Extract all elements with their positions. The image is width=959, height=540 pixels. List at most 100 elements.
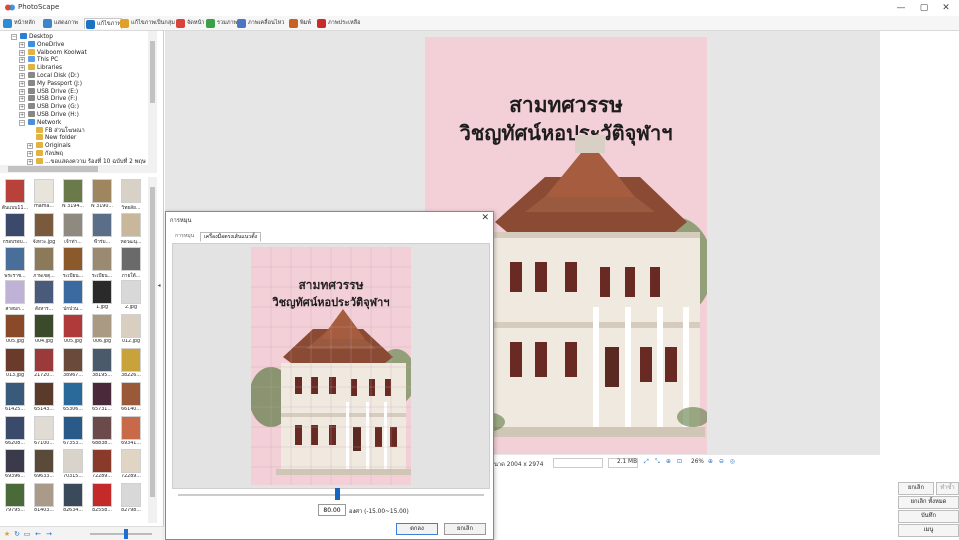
thumbnail-item[interactable]: 82634... xyxy=(59,483,87,516)
thumbnail-item[interactable]: หอวฒนุ... xyxy=(117,212,145,246)
thumbnail-item[interactable]: 72289... xyxy=(117,449,145,482)
zoom-fit-icon[interactable]: ⊕ xyxy=(666,459,671,465)
thumbs-scroll-thumb[interactable] xyxy=(150,187,155,497)
tab-6[interactable]: ภาพเคลื่อนไหว xyxy=(236,18,284,29)
tree-vertical-scrollbar[interactable] xyxy=(148,31,157,165)
thumb-size-slider[interactable] xyxy=(90,533,152,535)
angle-slider-knob[interactable] xyxy=(335,488,341,500)
thumbnail-item[interactable]: 61425... xyxy=(1,381,29,415)
thumbnail-item[interactable]: 004.jpg xyxy=(30,314,58,347)
tab-5[interactable]: รวมภาพ xyxy=(205,18,237,29)
thumbnail-item[interactable]: 70315... xyxy=(59,449,87,482)
tree-expander-icon[interactable]: + xyxy=(19,65,25,72)
tree-expander-icon[interactable]: + xyxy=(19,73,25,79)
tree-item[interactable]: + Libraries xyxy=(19,64,62,72)
save-button[interactable]: บันทึก xyxy=(898,510,959,523)
cancel-all-button[interactable]: ยกเลิก ทั้งหมด xyxy=(898,496,959,509)
thumbnail-item[interactable]: กรอบรอบ... xyxy=(1,212,29,246)
thumbnail-item[interactable]: ระเบียน... xyxy=(59,246,87,280)
thumbnail-item[interactable]: จังหวะ.jpg xyxy=(30,212,58,246)
tree-item[interactable]: + OneDrive xyxy=(19,40,64,49)
thumbnail-item[interactable]: เจ้าท่า... xyxy=(59,212,87,246)
folder-icon[interactable]: ▭ xyxy=(23,530,31,538)
tree-expander-icon[interactable]: + xyxy=(19,57,25,64)
tree-item[interactable]: + This PC xyxy=(19,56,58,64)
thumbnail-item[interactable]: ภาพเขตุ... xyxy=(30,246,58,280)
thumbnail-item[interactable]: 67100... xyxy=(30,415,58,449)
tree-hscroll-thumb[interactable] xyxy=(8,166,98,172)
thumbnail-item[interactable]: 005.jpg xyxy=(59,314,87,347)
thumbnail-item[interactable]: 38195... xyxy=(88,348,116,381)
zoom-area-icon[interactable]: ⊡ xyxy=(677,459,682,465)
thumbnail-item[interactable]: 012.jpg xyxy=(117,314,145,347)
tree-expander-icon[interactable]: + xyxy=(19,80,25,87)
tab-7[interactable]: พิมพ์ xyxy=(288,18,311,29)
thumbnail-item[interactable]: 81403... xyxy=(30,483,58,516)
tree-item[interactable]: + USB Drive (H:) xyxy=(19,111,79,119)
thumbnail-item[interactable]: 21720... xyxy=(30,348,58,381)
tree-item[interactable]: + My Passport (J:) xyxy=(19,79,82,88)
close-window-button[interactable]: ✕ xyxy=(936,2,956,14)
tree-item[interactable]: − Desktop xyxy=(11,33,53,41)
tree-item[interactable]: + USB Drive (F:) xyxy=(19,95,77,103)
tree-expander-icon[interactable]: + xyxy=(19,96,25,103)
zoom-out-icon[interactable]: ⊖ xyxy=(719,459,724,465)
thumbnail-item[interactable]: สาสมก... xyxy=(1,280,29,313)
thumbnail-item[interactable]: 66140... xyxy=(117,381,145,415)
thumbnail-item[interactable]: 38226... xyxy=(117,348,145,381)
thumbs-vertical-scrollbar[interactable] xyxy=(148,177,157,523)
tree-item[interactable]: + Valboom Koolwat xyxy=(19,48,87,57)
tree-item[interactable]: New folder xyxy=(36,134,76,142)
menu-button[interactable]: เมนู xyxy=(898,524,959,537)
minimize-button[interactable]: — xyxy=(891,2,911,14)
tree-expander-icon[interactable]: + xyxy=(19,112,25,118)
tab-0[interactable]: หน้าหลัก xyxy=(2,18,35,29)
thumbnail-item[interactable]: วิทยลัย... xyxy=(117,179,145,212)
tree-expander-icon[interactable]: − xyxy=(11,34,17,40)
thumbnail-item[interactable]: ปกปวน... xyxy=(59,280,87,313)
tree-horizontal-scrollbar[interactable] xyxy=(0,165,157,173)
cancel-button[interactable]: ยกเลิก xyxy=(898,482,934,495)
thumbnail-item[interactable]: ระเบียน... xyxy=(88,246,116,280)
angle-slider-track[interactable] xyxy=(178,494,484,496)
tree-expander-icon[interactable]: + xyxy=(19,41,25,48)
thumbnail-item[interactable]: 005.jpg xyxy=(1,314,29,347)
dialog-close-button[interactable]: ✕ xyxy=(481,213,489,223)
forward-icon[interactable]: → xyxy=(45,530,53,538)
thumbnail-item[interactable]: 72289... xyxy=(88,449,116,482)
refresh-icon[interactable]: ↻ xyxy=(13,530,21,538)
star-icon[interactable]: ★ xyxy=(3,530,11,538)
tree-item[interactable]: + USB Drive (E:) xyxy=(19,87,78,96)
ok-button[interactable]: ตกลง xyxy=(396,523,438,535)
tree-expander-icon[interactable]: + xyxy=(27,143,33,150)
maximize-button[interactable]: ▢ xyxy=(914,2,934,14)
tab-straighten-tool[interactable]: เครื่องมือตรงเส้นแนวตั้ง xyxy=(200,232,262,242)
thumbnail-item[interactable]: N 3190... xyxy=(88,179,116,212)
thumbnail-item[interactable]: 2.jpg xyxy=(117,280,145,313)
tree-expander-icon[interactable]: + xyxy=(27,158,33,165)
tree-item[interactable]: + Local Disk (D:) xyxy=(19,72,79,80)
tree-scroll-thumb[interactable] xyxy=(150,41,155,103)
zoom-in-icon[interactable]: ⊕ xyxy=(708,459,713,465)
thumbnail-item[interactable]: ภายใต้... xyxy=(117,246,145,280)
thumbnail-item[interactable]: 66208... xyxy=(1,415,29,449)
thumbnail-item[interactable]: 69341... xyxy=(117,415,145,449)
thumbnail-item[interactable]: 79795... xyxy=(1,483,29,516)
tree-expander-icon[interactable]: + xyxy=(19,88,25,95)
tree-expander-icon[interactable]: − xyxy=(19,119,25,126)
thumbnail-item[interactable]: ต้นแบบ11... xyxy=(1,179,29,212)
thumbnail-item[interactable]: 1.jpg xyxy=(88,280,116,313)
tree-item[interactable]: + Originals xyxy=(27,142,71,150)
thumbnail-item[interactable]: 38967... xyxy=(59,348,87,381)
tab-3[interactable]: แก้ไขภาพเป็นกลุ่ม xyxy=(119,18,175,29)
thumbnail-item[interactable]: 69396... xyxy=(1,449,29,482)
tree-item[interactable]: − Network xyxy=(19,118,61,127)
thumbnail-item[interactable]: สังหาร... xyxy=(30,280,58,313)
thumbnail-item[interactable]: 65143... xyxy=(30,381,58,415)
tree-expander-icon[interactable]: + xyxy=(19,104,25,111)
thumbnail-item[interactable]: 013.jpg xyxy=(1,348,29,381)
thumbnail-item[interactable]: 69633... xyxy=(30,449,58,482)
redo-button[interactable]: ทำซ้ำ xyxy=(936,482,959,495)
thumbnail-item[interactable]: 68838... xyxy=(88,415,116,449)
thumbnail-item[interactable]: N 3194... xyxy=(59,179,87,212)
